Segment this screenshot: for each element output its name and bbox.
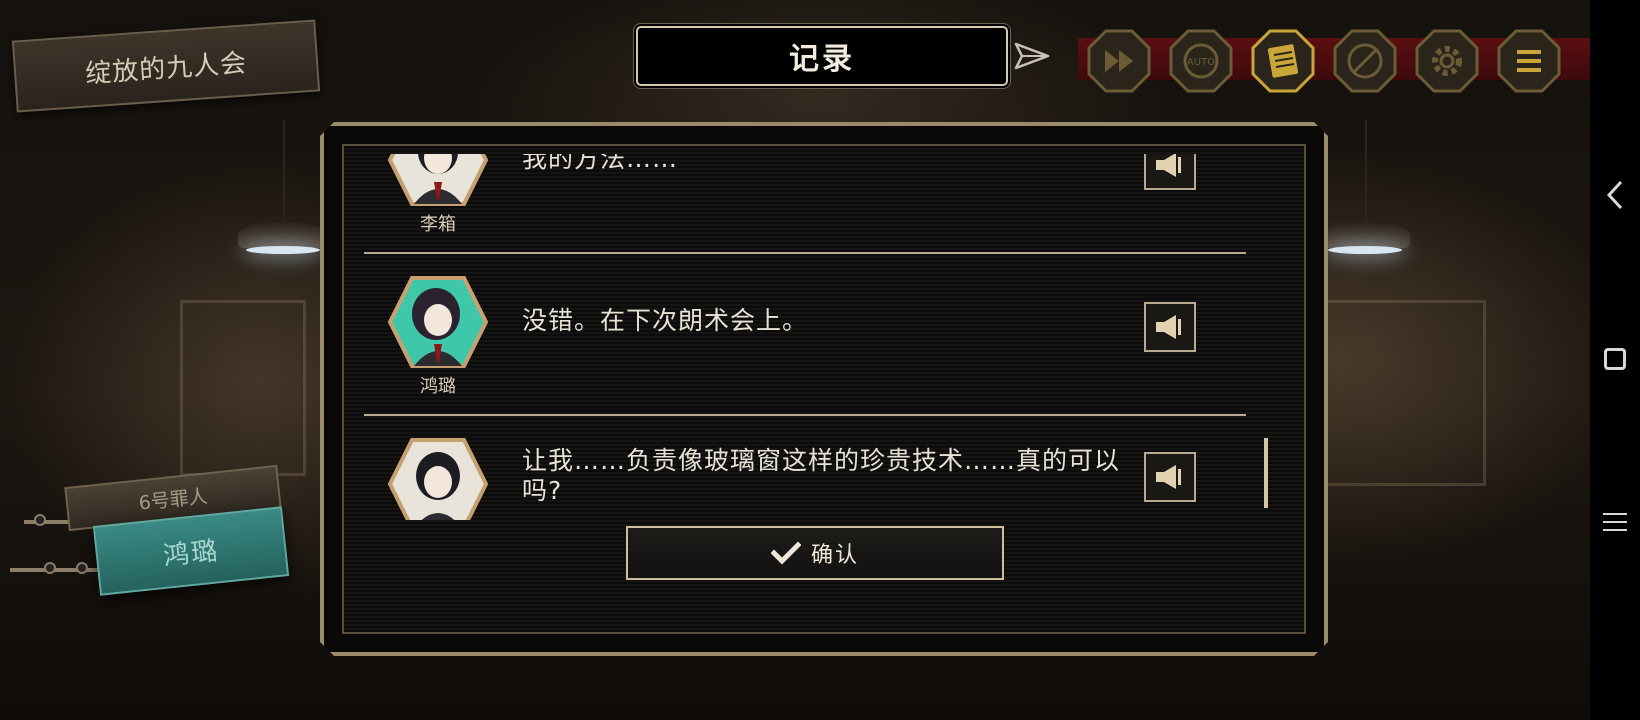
- speaker-name: 李箱: [420, 214, 456, 235]
- log-scrollbar[interactable]: [1264, 438, 1268, 508]
- dialogue-text: 没错。在下次朗术会上。: [522, 306, 809, 335]
- log-entry: 让我……负责像玻璃窗这样的珍贵技术……真的可以吗?: [364, 416, 1246, 520]
- confirm-button[interactable]: 确认: [626, 526, 1004, 580]
- pipe-node: [44, 562, 56, 574]
- check-icon: [771, 541, 801, 565]
- voice-replay-button[interactable]: [1144, 154, 1196, 190]
- auto-button[interactable]: AUTO: [1168, 28, 1234, 94]
- auto-icon: AUTO: [1169, 29, 1233, 93]
- log-list[interactable]: 李箱 我的方法…… 鸿璐 没错。在下次朗术会上。 让我……负责像玻璃窗这样的珍贵…: [364, 154, 1246, 520]
- svg-text:AUTO: AUTO: [1187, 57, 1215, 68]
- settings-button[interactable]: [1414, 28, 1480, 94]
- ceiling-lamp-left: [238, 222, 328, 254]
- page-title-box: 记录: [636, 26, 1008, 86]
- log-entry: 李箱 我的方法……: [364, 154, 1246, 254]
- character-name-label: 鸿璐: [161, 535, 221, 572]
- gear-icon: [1415, 29, 1479, 93]
- lamp-cord: [283, 120, 285, 230]
- pipe-node: [76, 562, 88, 574]
- home-icon[interactable]: [1598, 342, 1632, 376]
- shelf: [1320, 300, 1486, 486]
- fast-forward-icon: [1087, 29, 1151, 93]
- menu-button[interactable]: [1496, 28, 1562, 94]
- log-panel: 李箱 我的方法…… 鸿璐 没错。在下次朗术会上。 让我……负责像玻璃窗这样的珍贵…: [320, 122, 1328, 656]
- dialogue-text: 我的方法……: [522, 154, 679, 173]
- log-entry: 鸿璐 没错。在下次朗术会上。: [364, 254, 1246, 416]
- character-number-label: 6号罪人: [137, 484, 209, 515]
- send-icon[interactable]: [1012, 36, 1052, 76]
- portrait-avatar: [386, 274, 490, 370]
- recents-icon[interactable]: [1598, 505, 1632, 539]
- shelf: [180, 300, 306, 476]
- log-panel-inner: 李箱 我的方法…… 鸿璐 没错。在下次朗术会上。 让我……负责像玻璃窗这样的珍贵…: [342, 144, 1306, 634]
- speaker-icon: [1154, 313, 1186, 341]
- hide-ui-button[interactable]: [1332, 28, 1398, 94]
- portrait-avatar: [386, 154, 490, 208]
- pipe-node: [34, 514, 46, 526]
- voice-replay-button[interactable]: [1144, 452, 1196, 502]
- voice-replay-button[interactable]: [1144, 302, 1196, 352]
- speaker-icon: [1154, 154, 1186, 179]
- log-icon: [1251, 29, 1315, 93]
- menu-icon: [1497, 29, 1561, 93]
- system-nav-bar: [1590, 0, 1640, 720]
- confirm-label: 确认: [810, 543, 859, 568]
- hide-icon: [1333, 29, 1397, 93]
- speaker-name: 鸿璐: [420, 376, 456, 397]
- page-title: 记录: [789, 42, 855, 77]
- chapter-title: 绽放的九人会: [84, 47, 249, 90]
- lamp-cord: [1365, 120, 1367, 230]
- log-button[interactable]: [1250, 28, 1316, 94]
- ceiling-lamp-right: [1320, 222, 1410, 254]
- speaker-icon: [1154, 463, 1186, 491]
- fast-forward-button[interactable]: [1086, 28, 1152, 94]
- portrait-avatar: [386, 436, 490, 520]
- dialogue-text: 让我……负责像玻璃窗这样的珍贵技术……真的可以吗?: [522, 446, 1121, 505]
- back-icon[interactable]: [1598, 178, 1632, 212]
